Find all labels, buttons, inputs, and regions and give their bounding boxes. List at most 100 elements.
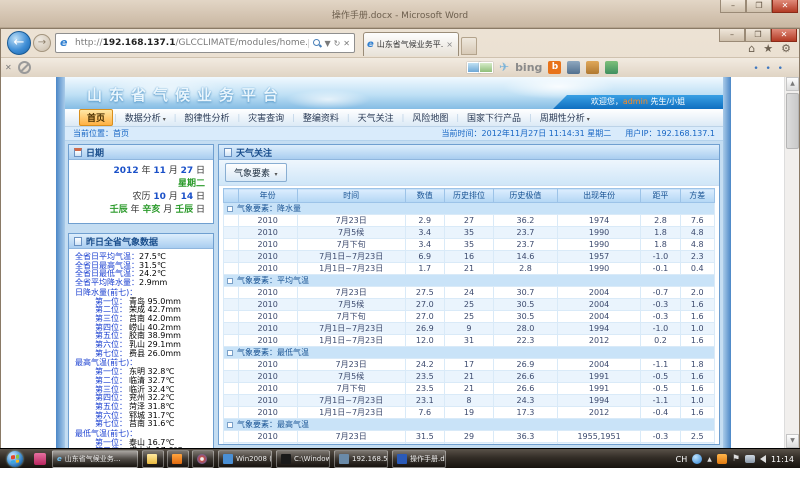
- nav-item-4[interactable]: 灾害查询: [241, 110, 291, 125]
- window-icon: [339, 454, 349, 464]
- messenger-icon[interactable]: b: [548, 61, 561, 74]
- back-button[interactable]: ←: [7, 31, 31, 55]
- table-row[interactable]: 20101月1日~7月23日1.7212.81990-0.10.4: [224, 263, 715, 275]
- table-row[interactable]: 20107月1日~7月23日23.1824.31994-1.11.0: [224, 395, 715, 407]
- language-indicator[interactable]: CH: [676, 455, 688, 464]
- nav-item-7[interactable]: 风险地图: [405, 110, 455, 125]
- table-row[interactable]: 20107月5候3.43523.719901.84.8: [224, 227, 715, 239]
- taskbar-pinned-button[interactable]: [192, 450, 214, 468]
- nav-item-9[interactable]: 周期性分析▾: [533, 110, 597, 125]
- ie-close-button[interactable]: ✕: [771, 29, 797, 42]
- vertical-scrollbar[interactable]: ▲ ▼: [784, 77, 799, 448]
- table-row[interactable]: 20101月1日~7月23日12.03122.320120.21.6: [224, 335, 715, 347]
- group-checkbox[interactable]: [227, 206, 233, 212]
- new-tab-button[interactable]: [461, 37, 477, 55]
- url-text[interactable]: http://192.168.137.1/GLCCLIMATE/modules/…: [75, 38, 308, 48]
- nav-item-1[interactable]: 首页: [79, 109, 113, 126]
- table-row[interactable]: 20107月1日~7月23日26.9928.01994-1.01.0: [224, 323, 715, 335]
- ie-restore-button[interactable]: ❐: [745, 29, 771, 42]
- nav-item-8[interactable]: 国家下行产品: [460, 110, 528, 125]
- table-row[interactable]: 20107月23日24.21726.92004-1.11.8: [224, 359, 715, 371]
- scrollbar-thumb[interactable]: [786, 93, 799, 149]
- nav-separator: |: [114, 113, 117, 122]
- send-plane-icon[interactable]: ✈: [499, 60, 509, 74]
- tray-app-icon[interactable]: [692, 454, 702, 464]
- word-minimize-button[interactable]: –: [720, 0, 746, 13]
- table-row[interactable]: 20107月23日2.92736.219742.87.6: [224, 215, 715, 227]
- calendar-panel: 日期 2012 年 11 月 27 日星期二农历 10 月 14 日壬辰 年 辛…: [68, 144, 214, 224]
- group-label-cell: 气象要素：最高气温: [224, 419, 715, 431]
- group-checkbox[interactable]: [227, 278, 233, 284]
- table-row[interactable]: 20107月5候23.52126.61991-0.51.6: [224, 371, 715, 383]
- page-left-border: [56, 77, 65, 448]
- start-button[interactable]: [7, 451, 23, 467]
- photo-thumbnail-icon[interactable]: [479, 62, 493, 73]
- addon-close-icon[interactable]: ✕: [5, 63, 12, 72]
- column-header: 历史极值: [494, 189, 558, 203]
- rank-item: 第七位：莒南 31.6℃: [75, 420, 209, 429]
- word-close-button[interactable]: ✕: [772, 0, 798, 13]
- home-icon[interactable]: ⌂: [748, 42, 755, 55]
- browser-tab[interactable]: e 山东省气候业务平... ×: [363, 32, 459, 56]
- word-restore-button[interactable]: ❐: [746, 0, 772, 13]
- element-dropdown-button[interactable]: 气象要素 ▾: [225, 163, 287, 182]
- favorites-star-icon[interactable]: ★: [763, 42, 773, 55]
- tray-expand-icon[interactable]: ▲: [707, 456, 712, 463]
- group-checkbox[interactable]: [227, 350, 233, 356]
- table-row[interactable]: 20107月1日~7月23日6.91614.61957-1.02.3: [224, 251, 715, 263]
- tab-close-icon[interactable]: ×: [444, 40, 455, 49]
- weather-panel-header: 昨日全省气象数据: [69, 234, 213, 249]
- document-icon: [74, 237, 82, 246]
- table-row[interactable]: 20107月23日27.52430.72004-0.72.0: [224, 287, 715, 299]
- nav-item-3[interactable]: 韵律性分析: [177, 110, 236, 125]
- tray-update-icon[interactable]: [717, 454, 727, 464]
- table-row[interactable]: 20107月下旬23.52126.61991-0.51.6: [224, 383, 715, 395]
- search-icon[interactable]: [313, 39, 321, 47]
- table-row[interactable]: 20107月下旬27.02530.52004-0.31.6: [224, 311, 715, 323]
- people-icon[interactable]: [605, 61, 618, 74]
- taskbar-pinned-button[interactable]: [167, 450, 189, 468]
- table-row[interactable]: 20107月5候31.42535.31951-0.31.9: [224, 443, 715, 446]
- address-bar[interactable]: e http://192.168.137.1/GLCCLIMATE/module…: [55, 33, 355, 53]
- stop-icon[interactable]: ✕: [343, 39, 350, 48]
- taskbar-ie-button[interactable]: e 山东省气候业务...: [52, 450, 138, 468]
- taskbar-explorer-button[interactable]: [142, 450, 164, 468]
- more-options-icon[interactable]: • • •: [753, 64, 785, 74]
- refresh-icon[interactable]: ↻: [334, 39, 341, 48]
- nav-item-2[interactable]: 数据分析▾: [118, 110, 173, 125]
- scroll-down-icon[interactable]: ▼: [786, 434, 799, 448]
- group-checkbox[interactable]: [227, 422, 233, 428]
- taskbar-window-button[interactable]: 192.168.59.99...: [334, 450, 388, 468]
- table-row[interactable]: 20107月5候27.02530.52004-0.31.6: [224, 299, 715, 311]
- tab-title[interactable]: 山东省气候业务平...: [377, 39, 445, 50]
- blocked-icon[interactable]: [18, 61, 31, 74]
- action-center-flag-icon[interactable]: ⚑: [732, 454, 740, 464]
- page-right-border: [723, 77, 731, 448]
- calendar-icon: [74, 148, 82, 157]
- clock[interactable]: 11:14: [771, 455, 796, 464]
- table-row[interactable]: 20101月1日~7月23日7.61917.32012-0.41.6: [224, 407, 715, 419]
- taskbar-window-button[interactable]: 操作手册.docx ...: [392, 450, 446, 468]
- taskbar-window-button[interactable]: Win2008 (VS2...: [218, 450, 272, 468]
- taskbar-window-button[interactable]: C:\Windows\s...: [276, 450, 330, 468]
- ie-window-controls: – ❐ ✕: [719, 29, 797, 42]
- chevron-down-icon[interactable]: ▼: [324, 39, 330, 48]
- column-header: 方差: [680, 189, 714, 203]
- group-label: 气象要素：降水量: [237, 204, 301, 213]
- bing-logo[interactable]: bing: [515, 61, 542, 74]
- table-row[interactable]: 20107月23日31.52936.31955,1951-0.32.5: [224, 431, 715, 443]
- nav-item-5[interactable]: 整编资料: [296, 110, 346, 125]
- calendar-panel-title: 日期: [86, 146, 104, 159]
- speaker-icon[interactable]: [760, 455, 766, 463]
- forward-button[interactable]: →: [33, 34, 51, 52]
- taskbar-app-icon[interactable]: [34, 453, 46, 465]
- network-icon[interactable]: [745, 455, 755, 463]
- paw-icon[interactable]: [586, 61, 599, 74]
- weather-focus-header: 天气关注: [219, 145, 719, 160]
- ie-minimize-button[interactable]: –: [719, 29, 745, 42]
- nav-item-6[interactable]: 天气关注: [351, 110, 401, 125]
- webcam-icon[interactable]: [567, 61, 580, 74]
- scroll-up-icon[interactable]: ▲: [786, 77, 799, 91]
- table-row[interactable]: 20107月下旬3.43523.719901.84.8: [224, 239, 715, 251]
- settings-gear-icon[interactable]: ⚙: [781, 42, 791, 55]
